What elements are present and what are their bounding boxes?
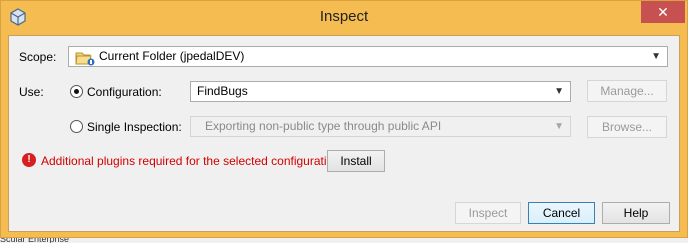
dialog-title: Inspect <box>319 8 369 25</box>
use-label: Use: <box>19 85 44 99</box>
install-button[interactable]: Install <box>327 150 385 172</box>
cancel-button[interactable]: Cancel <box>528 202 595 224</box>
scope-select[interactable]: Current Folder (jpedalDEV) ▼ <box>68 46 668 67</box>
scope-select-value: Current Folder (jpedalDEV) <box>99 49 245 63</box>
folder-icon <box>75 52 95 66</box>
browse-button[interactable]: Browse... <box>587 116 667 138</box>
chevron-down-icon: ▼ <box>651 51 661 62</box>
chevron-down-icon: ▼ <box>554 121 564 132</box>
single-inspection-radio[interactable] <box>70 120 83 133</box>
single-inspection-select[interactable]: Exporting non-public type through public… <box>190 116 571 137</box>
chevron-down-icon: ▼ <box>554 86 564 97</box>
manage-button[interactable]: Manage... <box>587 80 667 102</box>
single-inspection-select-value: Exporting non-public type through public… <box>205 119 442 133</box>
configuration-label[interactable]: Configuration: <box>87 85 162 99</box>
close-button[interactable]: ✕ <box>641 1 685 23</box>
scope-label: Scope: <box>19 50 57 64</box>
single-inspection-label[interactable]: Single Inspection: <box>87 120 182 134</box>
dialog-content: Scope: Current Folder (jpedalDEV) ▼ Use:… <box>8 35 680 232</box>
close-icon: ✕ <box>657 4 669 20</box>
configuration-select-value: FindBugs <box>197 84 248 98</box>
configuration-select[interactable]: FindBugs ▼ <box>190 81 571 102</box>
help-button[interactable]: Help <box>602 202 670 224</box>
error-message: Additional plugins required for the sele… <box>41 154 344 168</box>
error-icon: ! <box>22 153 36 167</box>
title-bar[interactable]: Inspect ✕ <box>1 1 687 35</box>
configuration-radio[interactable] <box>70 85 83 98</box>
inspect-dialog: Inspect ✕ Scope: Current Folder (jpedalD… <box>0 0 688 238</box>
inspect-button[interactable]: Inspect <box>455 202 521 224</box>
